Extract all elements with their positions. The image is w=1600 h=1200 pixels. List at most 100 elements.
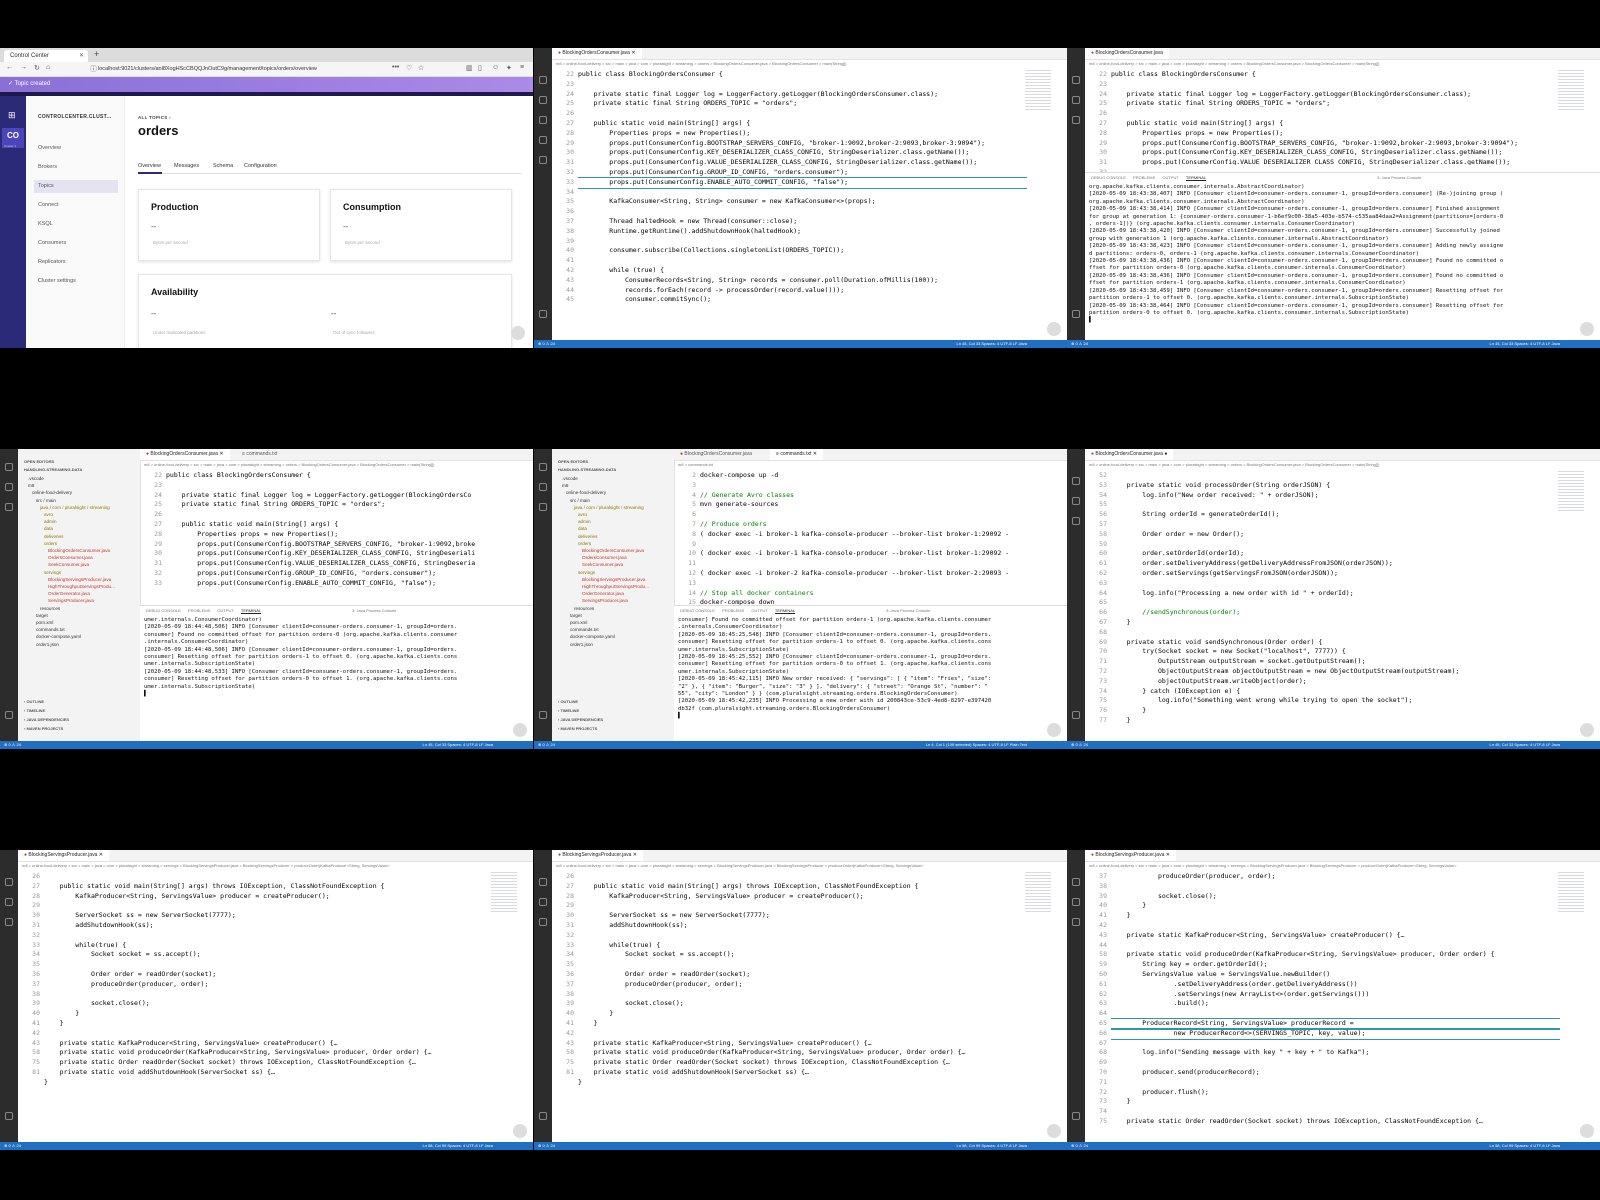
code-line[interactable]: Order order = readOrder(socket); (44, 970, 493, 980)
code-line[interactable] (1111, 921, 1560, 931)
problems-count[interactable]: ⊗ 0 ⚠ 24 (538, 1142, 555, 1150)
page-actions-icon[interactable]: ••• (392, 64, 399, 71)
explorer-item[interactable]: admin (578, 519, 591, 524)
code-line[interactable]: produceOrder(producer, order); (578, 980, 1027, 990)
project-header[interactable]: HANDLING-STREAMING-DATA (558, 467, 616, 472)
tab-configuration[interactable]: Configuration (244, 163, 277, 169)
code-line[interactable] (166, 510, 529, 520)
tab-output[interactable]: OUTPUT (751, 608, 767, 613)
code-line[interactable]: Thread haltedHook = new Thread(consumer:… (578, 217, 1027, 227)
explorer-section[interactable]: › JAVA DEPENDENCIES (558, 717, 603, 722)
code-area[interactable]: produceOrder(producer, order); socket.cl… (1111, 872, 1560, 1127)
editor-breadcrumb[interactable]: m8 > online-food-delivery > src > main >… (140, 461, 533, 469)
open-editors-header[interactable]: OPEN EDITORS (24, 459, 54, 464)
play-overlay-icon[interactable] (1047, 322, 1061, 336)
code-line[interactable] (700, 481, 1063, 491)
code-line[interactable]: consumer.subscribe(Collections.singleton… (578, 246, 1027, 256)
code-line[interactable]: private static KafkaProducer<String, Ser… (44, 1039, 493, 1049)
explorer-item[interactable]: admin (44, 519, 57, 524)
search-icon[interactable] (5, 483, 13, 491)
code-line[interactable]: ( docker exec -i broker-1 kafka-console-… (700, 530, 1063, 540)
code-line[interactable]: public static void main(String[] args) { (166, 520, 529, 530)
code-line[interactable]: .build(); (1111, 999, 1560, 1009)
explorer-item[interactable]: deliveries (578, 534, 597, 539)
code-line[interactable]: private static Order readOrder(Socket so… (578, 1058, 1027, 1068)
code-line[interactable]: } (1111, 1097, 1560, 1107)
code-line[interactable] (1111, 1078, 1560, 1088)
code-line[interactable] (578, 207, 1027, 217)
code-line[interactable] (578, 237, 1027, 247)
cursor-position[interactable]: Ln 4, Col 1 (109 selected) Spaces: 4 UTF… (926, 741, 1027, 749)
explorer-item[interactable]: m8 (28, 483, 34, 488)
code-line[interactable]: } catch (IOException e) { (1111, 687, 1560, 697)
editor-breadcrumb[interactable]: m8 > online-food-delivery > src > main >… (1085, 60, 1600, 68)
minimap[interactable] (1025, 872, 1051, 912)
play-overlay-icon[interactable] (1047, 1124, 1061, 1138)
site-info-icon[interactable]: ⓘ (90, 64, 97, 74)
code-line[interactable]: } (1111, 618, 1560, 628)
code-line[interactable]: public class BlockingOrdersConsumer { (578, 70, 1027, 80)
problems-count[interactable]: ⊗ 0 ⚠ 24 (1071, 741, 1088, 749)
code-line[interactable] (44, 1029, 493, 1039)
explorer-section[interactable]: › TIMELINE (24, 708, 45, 713)
cursor-position[interactable]: Ln 45, Col 33 Spaces: 4 UTF-8 LF Java (423, 741, 493, 749)
code-line[interactable]: producer.send(producerRecord); (1111, 1068, 1560, 1078)
code-line[interactable]: } (1111, 716, 1560, 726)
code-line[interactable] (578, 901, 1027, 911)
code-line[interactable] (578, 109, 1027, 119)
search-icon[interactable] (539, 483, 547, 491)
explorer-item[interactable]: OrderGenerator.java (48, 591, 90, 596)
code-line[interactable]: records.forEach(record -> processOrder(r… (578, 286, 1027, 296)
sidebar-item-overview[interactable]: Overview (38, 145, 61, 151)
terminal-select[interactable]: 3: Java Process Console (352, 608, 396, 613)
tab-debug-console[interactable]: DEBUG CONSOLE (146, 608, 181, 613)
code-line[interactable]: private static Order readOrder(Socket so… (44, 1058, 493, 1068)
tab-commands-file[interactable]: ≡ commands.txt ✕ (770, 449, 824, 460)
terminal-select[interactable]: 3: Java Process Console (1377, 175, 1421, 180)
code-line[interactable]: while(true) { (578, 941, 1027, 951)
explorer-item[interactable]: pom.xml (570, 620, 587, 625)
code-line[interactable] (578, 990, 1027, 1000)
sidebar-icon[interactable]: ▯ (478, 64, 482, 72)
code-line[interactable]: // Stop all docker containers (700, 589, 1063, 599)
source-control-icon[interactable] (539, 503, 547, 511)
cursor-position[interactable]: Ln 58, Col 99 Spaces: 4 UTF-8 LF Java (1490, 1142, 1560, 1150)
code-line[interactable]: private static final String ORDERS_TOPIC… (1111, 99, 1560, 109)
explorer-item[interactable]: HighThroughputServingsProdu... (582, 584, 649, 589)
terminal-output[interactable]: consumer] Found no committed offset for … (678, 617, 1063, 741)
code-line[interactable]: KafkaProducer<String, ServingsValue> pro… (578, 892, 1027, 902)
source-control-icon[interactable] (1072, 517, 1080, 525)
code-line[interactable]: Properties props = new Properties(); (578, 129, 1027, 139)
code-line[interactable]: private static void sendSynchronous(Orde… (1111, 638, 1560, 648)
code-line[interactable]: ProducerRecord<String, ServingsValue> pr… (1111, 1017, 1560, 1030)
code-line[interactable]: consumer.commitSync(); (578, 295, 1027, 305)
code-line[interactable] (578, 931, 1027, 941)
code-line[interactable]: props.put(ConsumerConfig.BOOTSTRAP_SERVE… (1111, 139, 1560, 149)
problems-count[interactable]: ⊗ 0 ⚠ 24 (1071, 1142, 1088, 1150)
code-line[interactable] (578, 960, 1027, 970)
explorer-item[interactable]: BlockingServingsProducer.java (582, 577, 645, 582)
tab-problems[interactable]: PROBLEMS (188, 608, 210, 613)
run-icon[interactable] (539, 136, 547, 144)
code-line[interactable]: log.info("Something went wrong while try… (1111, 696, 1560, 706)
explorer-item[interactable]: OrdersConsumer.java (582, 555, 627, 560)
code-line[interactable]: props.put(ConsumerConfig.ENABLE_AUTO_COM… (166, 579, 529, 589)
open-editors-header[interactable]: OPEN EDITORS (558, 459, 588, 464)
code-line[interactable] (44, 960, 493, 970)
code-line[interactable]: .setDeliveryAddress(order.getDeliveryAdd… (1111, 980, 1560, 990)
explorer-item[interactable]: avro (44, 512, 53, 517)
play-overlay-icon[interactable] (511, 326, 525, 340)
code-line[interactable]: private static final Logger log = Logger… (166, 491, 529, 501)
tab-terminal[interactable]: TERMINAL (240, 608, 261, 614)
code-line[interactable]: props.put(ConsumerConfig.VALUE_DESERIALI… (1111, 158, 1560, 165)
code-line[interactable]: props.put(ConsumerConfig.ENABLE_AUTO_COM… (578, 176, 1027, 189)
code-line[interactable]: ( docker exec -i broker-1 kafka-console-… (700, 549, 1063, 559)
code-line[interactable]: public static void main(String[] args) { (578, 119, 1027, 129)
tab-producer-file[interactable]: ● BlockingServingsProducer.java ✕ (18, 850, 109, 861)
breadcrumb[interactable]: ALL TOPICS › (138, 115, 171, 120)
code-line[interactable]: ConsumerRecords<String, String> records … (578, 276, 1027, 286)
play-overlay-icon[interactable] (1580, 723, 1594, 737)
search-icon[interactable] (5, 898, 13, 906)
code-area[interactable]: public static void main(String[] args) t… (578, 872, 1027, 1088)
code-line[interactable]: log.info("New order received: " + orderJ… (1111, 491, 1560, 501)
